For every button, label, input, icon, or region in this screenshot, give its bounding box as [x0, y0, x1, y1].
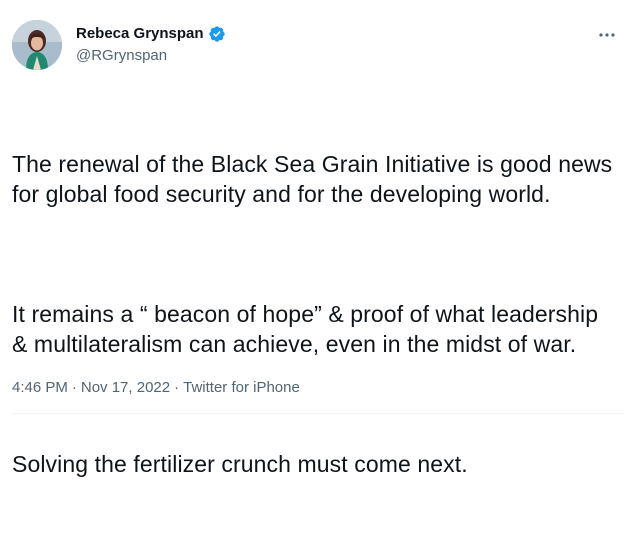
tweet-source[interactable]: Twitter for iPhone: [183, 379, 300, 396]
meta-separator: ·: [174, 379, 180, 396]
tweet-time[interactable]: 4:46 PM: [12, 379, 68, 396]
divider: [12, 413, 624, 414]
more-options-icon[interactable]: [596, 26, 618, 44]
profile-photo-icon: [12, 20, 62, 70]
tweet-card: Rebeca Grynspan @RGrynspan The renewal o…: [0, 0, 640, 477]
tweet-paragraph: It remains a “ beacon of hope” & proof o…: [12, 301, 612, 357]
verified-badge-icon: [208, 25, 226, 43]
author-name-row[interactable]: Rebeca Grynspan: [76, 24, 226, 44]
avatar[interactable]: [12, 20, 62, 70]
tweet-date[interactable]: Nov 17, 2022: [81, 379, 170, 396]
author-block: Rebeca Grynspan @RGrynspan: [76, 24, 226, 66]
author-display-name[interactable]: Rebeca Grynspan: [76, 24, 204, 44]
meta-separator: ·: [71, 379, 77, 396]
tweet-paragraph: The renewal of the Black Sea Grain Initi…: [12, 151, 619, 207]
tweet-paragraph: Solving the fertilizer crunch must come …: [12, 451, 468, 477]
author-handle[interactable]: @RGrynspan: [76, 46, 226, 66]
tweet-text: The renewal of the Black Sea Grain Initi…: [12, 89, 622, 539]
tweet-metadata: 4:46 PM · Nov 17, 2022 · Twitter for iPhone: [12, 378, 300, 398]
